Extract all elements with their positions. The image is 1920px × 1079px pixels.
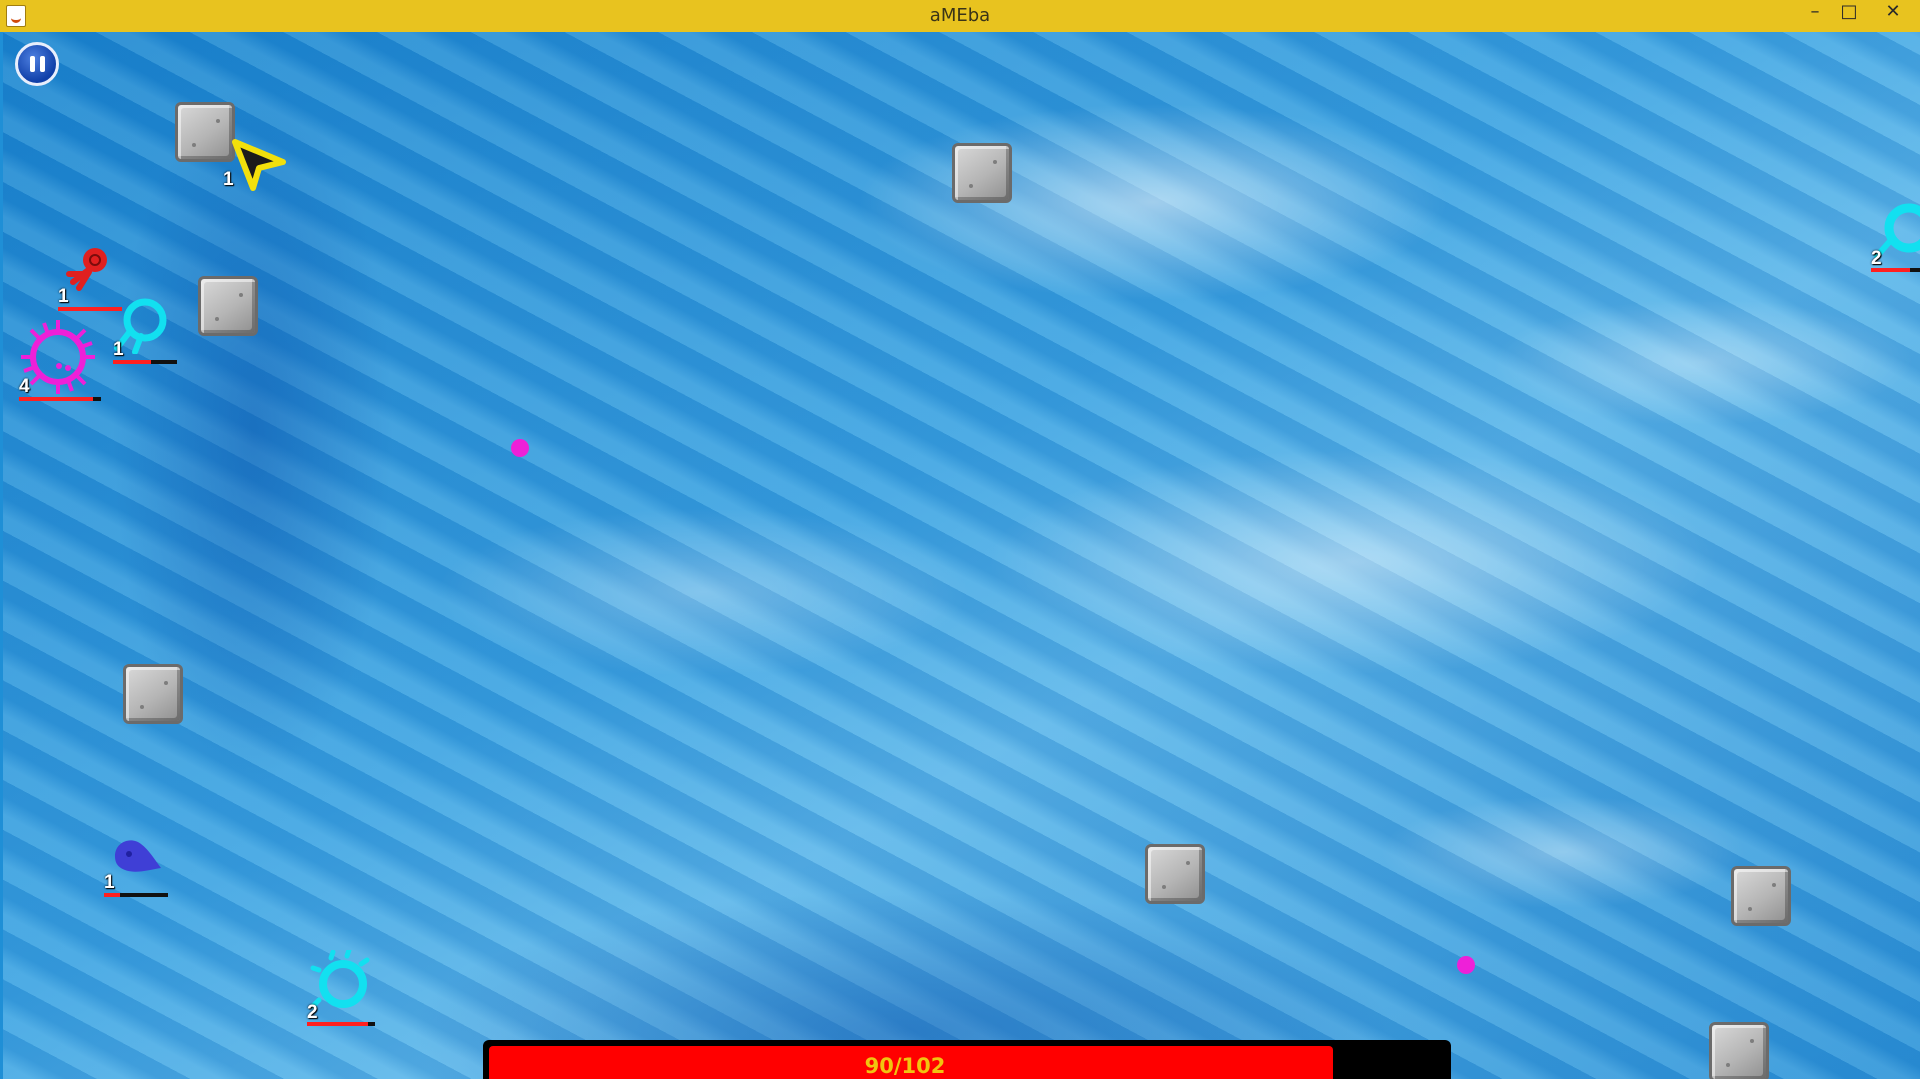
rock-obstacle (952, 143, 1012, 203)
unit-level: 2 (307, 1002, 318, 1023)
pause-icon-bar (40, 56, 45, 72)
unit-level: 2 (1871, 248, 1882, 269)
window-titlebar: aMEba – □ ✕ (0, 0, 1920, 32)
blue-blob-creature-icon[interactable] (109, 834, 163, 878)
maximize-button[interactable]: □ (1830, 0, 1868, 26)
energy-value-label: 90/102 (864, 1054, 946, 1078)
unit-health-bar (307, 1022, 375, 1026)
window-title: aMEba (929, 5, 991, 26)
unit-level: 1 (58, 286, 69, 307)
pause-button[interactable] (15, 42, 59, 86)
unit-health-bar (19, 397, 101, 401)
red-creature-icon[interactable] (63, 244, 115, 292)
unit-health-bar (104, 893, 168, 897)
food-pellet[interactable] (1457, 956, 1475, 974)
rock-obstacle (1731, 866, 1791, 926)
pause-icon (30, 56, 35, 72)
unit-level: 1 (113, 339, 124, 360)
close-button[interactable]: ✕ (1874, 0, 1912, 26)
minimize-button[interactable]: – (1796, 0, 1834, 26)
rock-obstacle (1709, 1022, 1769, 1079)
unit-level: 4 (19, 376, 30, 397)
rock-obstacle (1145, 844, 1205, 904)
rock-obstacle (175, 102, 235, 162)
player-level: 1 (223, 169, 234, 190)
unit-health-bar (1871, 268, 1920, 272)
unit-health-bar (113, 360, 177, 364)
food-pellet[interactable] (511, 439, 529, 457)
unit-level: 1 (104, 872, 115, 893)
rock-obstacle (198, 276, 258, 336)
game-field[interactable]: 1 1 1 4 1 2 2 90/102 (3, 32, 1920, 1079)
magenta-spiked-creature-icon[interactable] (19, 318, 97, 396)
rock-obstacle (123, 664, 183, 724)
energy-bar: 90/102 (483, 1040, 1451, 1079)
player-arrow-icon[interactable] (231, 136, 287, 192)
